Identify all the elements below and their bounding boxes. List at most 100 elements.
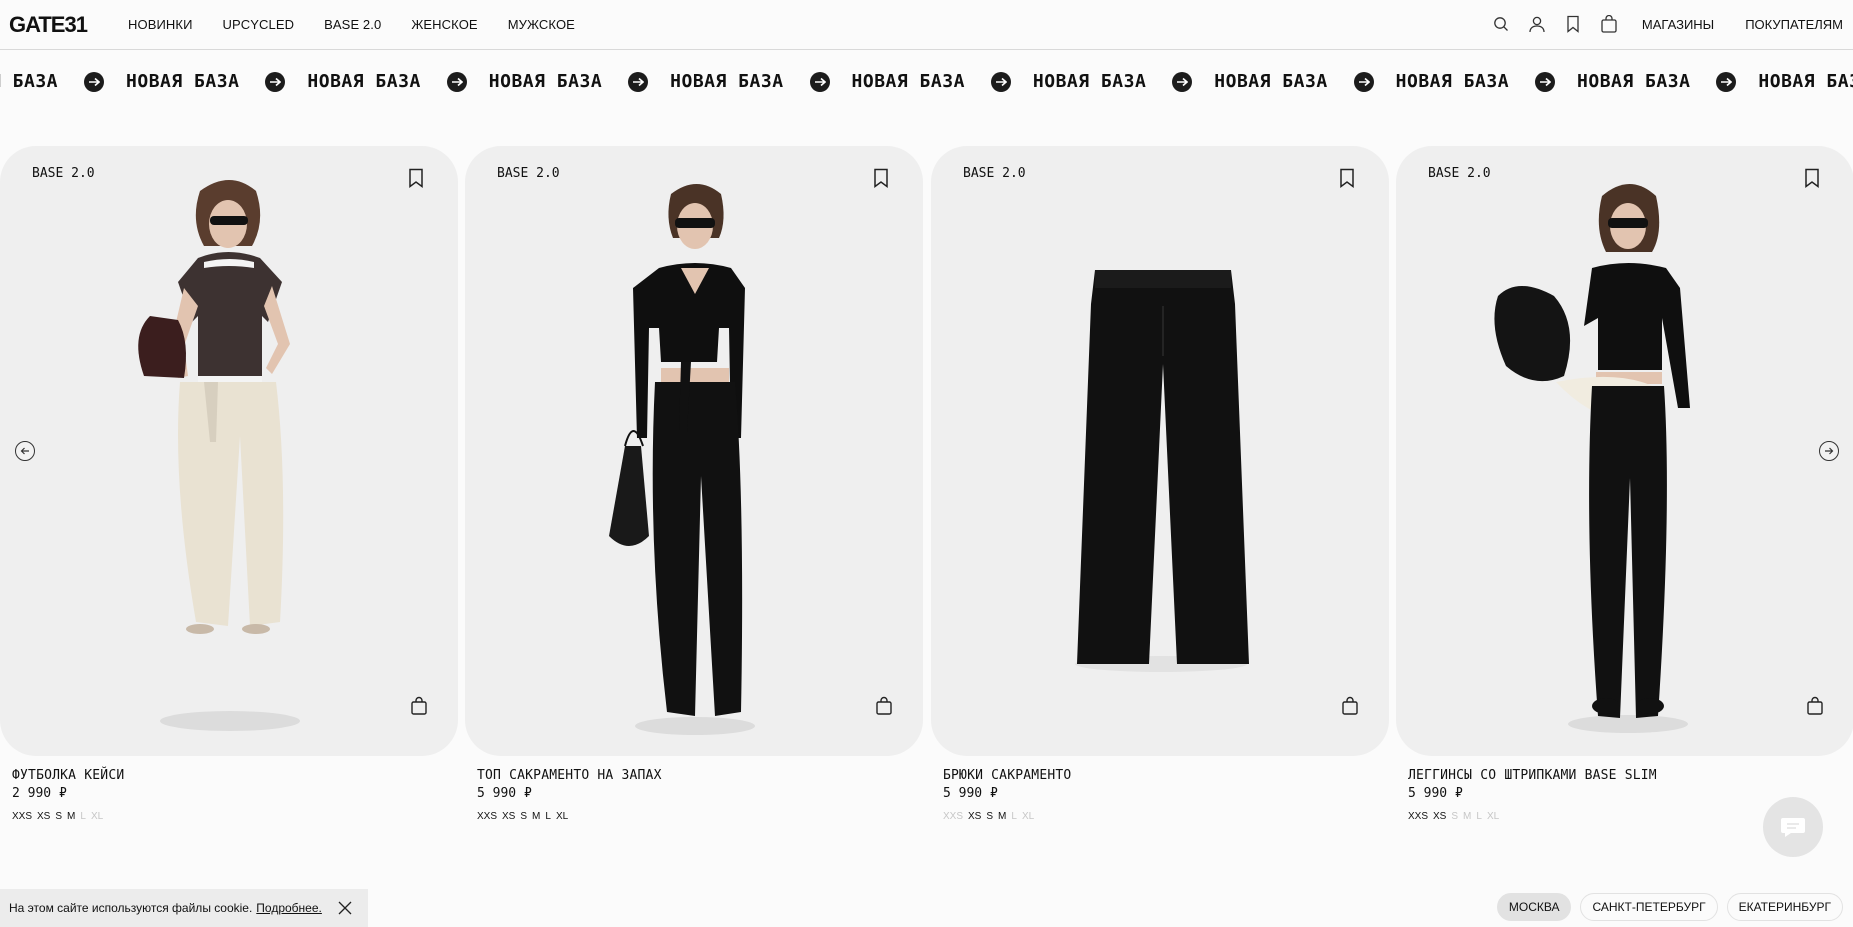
product-carousel: BASE 2.0 ФУТБОЛКА КЕЙСИ 2 990 ₽ XXS XS S… <box>0 146 1853 836</box>
marquee-text: НОВАЯ БАЗА <box>1032 71 1147 92</box>
product-image[interactable]: BASE 2.0 <box>931 146 1389 756</box>
header-icons <box>1490 13 1620 35</box>
carousel-prev-button[interactable] <box>15 441 35 461</box>
size-option: L <box>1476 811 1482 822</box>
marquee-text: НОВАЯ БАЗА <box>1577 71 1691 92</box>
marquee-text: НОВАЯ БАЗА <box>1214 71 1328 92</box>
product-badge: BASE 2.0 <box>32 166 95 181</box>
size-list: XXS XS S M L XL <box>12 811 458 822</box>
bookmark-icon[interactable] <box>1804 168 1822 188</box>
size-option[interactable]: XL <box>556 811 568 822</box>
nav-item-base[interactable]: BASE 2.0 <box>324 17 381 32</box>
cookie-banner: На этом сайте используются файлы cookie.… <box>0 889 368 927</box>
size-option: XL <box>1021 811 1035 822</box>
nav-item-men[interactable]: МУЖСКОЕ <box>508 17 575 32</box>
size-option[interactable]: S <box>986 811 993 822</box>
marquee-text: НОВАЯ БАЗА <box>851 71 965 92</box>
size-option: XL <box>1486 811 1500 822</box>
product-badge: BASE 2.0 <box>497 166 560 181</box>
product-card[interactable]: BASE 2.0 ЛЕГГИНСЫ СО ШТРИПКАМИ BASE SLIM… <box>1396 146 1853 822</box>
add-to-bag-icon[interactable] <box>1341 696 1359 716</box>
site-header: GATE31 НОВИНКИ UPCYCLED BASE 2.0 ЖЕНСКОЕ… <box>0 0 1853 50</box>
product-photo <box>609 184 755 735</box>
city-ekb[interactable]: ЕКАТЕРИНБУРГ <box>1726 893 1843 921</box>
plane-icon <box>1353 71 1374 92</box>
size-option[interactable]: XS <box>968 811 981 822</box>
plane-icon <box>84 71 105 92</box>
product-photo <box>1494 184 1690 733</box>
add-to-bag-icon[interactable] <box>410 696 428 716</box>
add-to-bag-icon[interactable] <box>875 696 893 716</box>
product-name[interactable]: ТОП САКРАМЕНТО НА ЗАПАХ <box>477 768 923 783</box>
product-name[interactable]: ЛЕГГИНСЫ СО ШТРИПКАМИ BASE SLIM <box>1408 768 1853 783</box>
bookmark-icon[interactable] <box>408 168 426 188</box>
plane-icon <box>809 71 830 92</box>
bookmark-icon[interactable] <box>1339 168 1357 188</box>
plane-icon <box>1172 71 1193 92</box>
product-card[interactable]: BASE 2.0 БРЮКИ САКРАМЕНТО 5 990 ₽ XXS XS… <box>931 146 1389 822</box>
product-card[interactable]: BASE 2.0 ФУТБОЛКА КЕЙСИ 2 990 ₽ XXS XS S… <box>0 146 458 822</box>
nav-item-new[interactable]: НОВИНКИ <box>128 17 193 32</box>
size-option[interactable]: M <box>67 811 75 822</box>
product-price: 5 990 ₽ <box>477 786 532 801</box>
product-image[interactable]: BASE 2.0 <box>465 146 923 756</box>
customers-link[interactable]: ПОКУПАТЕЛЯМ <box>1745 17 1843 32</box>
search-icon[interactable] <box>1490 13 1512 35</box>
size-option[interactable]: XS <box>502 811 515 822</box>
product-price: 5 990 ₽ <box>943 786 998 801</box>
size-option: L <box>1011 811 1017 822</box>
size-list: XXS XS S M L XL <box>477 811 923 822</box>
marquee-banner: Я БАЗА НОВАЯ БАЗА НОВАЯ БАЗА НОВАЯ БАЗА … <box>0 60 1853 108</box>
size-option[interactable]: M <box>532 811 540 822</box>
plane-icon <box>1535 71 1556 92</box>
cookie-more-link[interactable]: Подробнее. <box>256 901 322 915</box>
size-option[interactable]: XS <box>37 811 50 822</box>
size-option[interactable]: S <box>520 811 527 822</box>
marquee-text: НОВАЯ БАЗА <box>670 71 784 92</box>
bookmark-icon[interactable] <box>873 168 891 188</box>
product-image[interactable]: BASE 2.0 <box>1396 146 1853 756</box>
size-option[interactable]: M <box>998 811 1006 822</box>
marquee-text: НОВАЯ БАЗА <box>307 71 421 92</box>
size-option[interactable]: XXS <box>1408 811 1428 822</box>
city-spb[interactable]: САНКТ-ПЕТЕРБУРГ <box>1580 893 1718 921</box>
logo[interactable]: GATE31 <box>9 12 88 38</box>
marquee-text: НОВАЯ БАЗА <box>488 71 603 92</box>
plane-icon <box>628 71 649 92</box>
nav-item-women[interactable]: ЖЕНСКОЕ <box>411 17 477 32</box>
size-option[interactable]: S <box>55 811 62 822</box>
product-name[interactable]: ФУТБОЛКА КЕЙСИ <box>12 768 458 783</box>
user-icon[interactable] <box>1526 13 1548 35</box>
product-name[interactable]: БРЮКИ САКРАМЕНТО <box>943 768 1389 783</box>
marquee-text: НОВАЯ БАЗА <box>1758 71 1853 92</box>
city-selector: МОСКВА САНКТ-ПЕТЕРБУРГ ЕКАТЕРИНБУРГ <box>1496 893 1843 921</box>
size-option: M <box>1463 811 1472 822</box>
chat-button[interactable] <box>1763 797 1823 857</box>
plane-icon <box>1716 71 1737 92</box>
stores-link[interactable]: МАГАЗИНЫ <box>1642 17 1714 32</box>
arrow-right-icon <box>1825 447 1834 455</box>
size-option[interactable]: XXS <box>12 811 32 822</box>
size-option[interactable]: XXS <box>477 811 497 822</box>
marquee-track: Я БАЗА НОВАЯ БАЗА НОВАЯ БАЗА НОВАЯ БАЗА … <box>0 71 1853 92</box>
nav-item-upcycled[interactable]: UPCYCLED <box>223 17 295 32</box>
size-option[interactable]: L <box>545 811 551 822</box>
carousel-next-button[interactable] <box>1819 441 1839 461</box>
product-card[interactable]: BASE 2.0 ТОП САКРАМЕНТО НА ЗАПАХ 5 990 ₽… <box>465 146 923 822</box>
bag-icon[interactable] <box>1598 13 1620 35</box>
plane-icon <box>990 71 1011 92</box>
arrow-left-icon <box>20 447 29 455</box>
size-list: XXS XS S M L XL <box>943 811 1389 822</box>
bookmark-icon[interactable] <box>1562 13 1584 35</box>
close-icon[interactable] <box>337 900 353 916</box>
product-photo <box>138 180 300 731</box>
marquee-text: Я БАЗА <box>0 71 59 92</box>
product-badge: BASE 2.0 <box>963 166 1026 181</box>
product-image[interactable]: BASE 2.0 <box>0 146 458 756</box>
city-moscow[interactable]: МОСКВА <box>1496 893 1572 921</box>
size-option[interactable]: XS <box>1433 811 1446 822</box>
marquee-text: НОВАЯ БАЗА <box>1395 71 1510 92</box>
size-option: L <box>80 811 86 822</box>
marquee-text: НОВАЯ БАЗА <box>126 71 240 92</box>
add-to-bag-icon[interactable] <box>1806 696 1824 716</box>
